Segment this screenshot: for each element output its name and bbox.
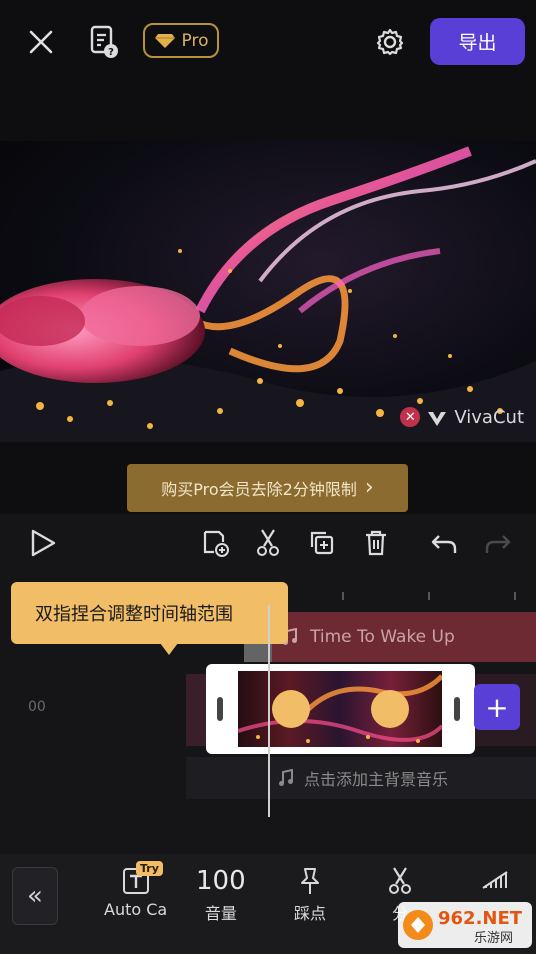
trim-handle-right[interactable] [454, 697, 460, 721]
preview-artwork [0, 146, 536, 442]
pinch-zoom-tooltip: 双指捏合调整时间轴范围 [11, 582, 288, 644]
tool-label: 音量 [204, 904, 237, 923]
video-preview[interactable]: ✕ VivaCut [0, 141, 536, 442]
ruler-tick [514, 592, 516, 600]
tool-signal[interactable] [480, 866, 510, 892]
add-keyframe-icon[interactable] [200, 526, 232, 560]
watermark: ✕ VivaCut [400, 406, 524, 428]
collapse-button[interactable]: « [12, 867, 58, 925]
tooltip-tail [160, 643, 178, 655]
site-logo-sub: 乐游网 [474, 931, 513, 946]
music-track-title: Time To Wake Up [310, 627, 455, 647]
time-label: 00 [28, 699, 46, 715]
buy-pro-button[interactable]: 购买Pro会员去除2分钟限制 › [127, 464, 408, 512]
delete-icon[interactable] [360, 526, 392, 560]
tooltip-text: 双指捏合调整时间轴范围 [35, 604, 233, 625]
buy-pro-label: 购买Pro会员去除2分钟限制 [161, 480, 357, 499]
diamond-icon [154, 33, 176, 49]
document-help-icon[interactable]: ? [86, 22, 122, 62]
clip-thumbnail-prev[interactable] [186, 674, 208, 746]
site-logo: 962.NET 乐游网 [398, 902, 532, 948]
try-badge: Try [136, 861, 163, 876]
add-clip-button[interactable]: + [474, 684, 520, 730]
add-background-music[interactable]: 点击添加主背景音乐 [186, 757, 536, 799]
svg-text:?: ? [108, 47, 114, 58]
tool-label: Auto Ca [104, 900, 168, 919]
vivacut-logo-icon [426, 406, 448, 428]
clip-knob-right[interactable] [371, 690, 409, 728]
tool-label: 踩点 [294, 904, 327, 923]
playhead[interactable] [268, 605, 270, 817]
tool-beat[interactable]: 踩点 [294, 866, 326, 924]
chevron-right-icon: › [364, 475, 374, 500]
pin-icon [296, 866, 324, 896]
top-bar: ? Pro 导出 [0, 0, 536, 84]
volume-value: 100 [196, 866, 246, 896]
split-icon[interactable] [252, 526, 284, 560]
trim-handle-left[interactable] [217, 697, 223, 721]
watermark-text: VivaCut [454, 406, 524, 428]
split-icon [386, 866, 414, 896]
gear-icon[interactable] [372, 24, 408, 60]
ruler-tick [342, 592, 344, 600]
ruler-tick [428, 592, 430, 600]
export-button[interactable]: 导出 [430, 18, 525, 65]
play-icon[interactable] [26, 526, 60, 560]
site-logo-main: 962.NET [438, 908, 523, 929]
close-icon[interactable] [22, 24, 60, 60]
duplicate-icon[interactable] [306, 526, 338, 560]
add-music-label: 点击添加主背景音乐 [304, 770, 449, 789]
undo-icon[interactable] [428, 528, 460, 560]
clip-knob-left[interactable] [272, 690, 310, 728]
remove-watermark-icon[interactable]: ✕ [400, 407, 421, 427]
tool-volume[interactable]: 100 音量 [196, 866, 246, 924]
pro-badge[interactable]: Pro [143, 23, 219, 58]
signal-icon [480, 866, 510, 892]
pro-label: Pro [181, 30, 209, 51]
music-note-icon [278, 769, 294, 787]
music-track[interactable]: Time To Wake Up [272, 612, 536, 662]
redo-icon[interactable] [482, 528, 514, 560]
